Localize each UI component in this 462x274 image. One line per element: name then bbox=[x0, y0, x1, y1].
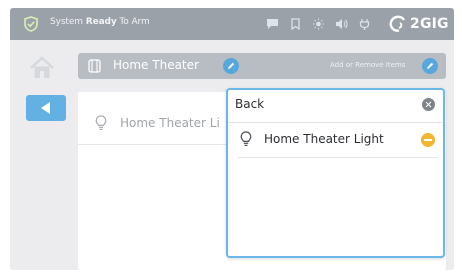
pencil-icon bbox=[427, 62, 434, 69]
home-icon[interactable] bbox=[28, 56, 56, 80]
list-item[interactable]: Home Theater Li bbox=[78, 92, 228, 144]
back-arrow-button[interactable] bbox=[26, 95, 66, 121]
breadcrumb-bar: Home Theater Add or Remove Items bbox=[78, 53, 446, 79]
add-remove-button[interactable] bbox=[422, 58, 438, 74]
remove-icon[interactable] bbox=[421, 133, 435, 147]
status-prefix: System bbox=[50, 17, 86, 27]
status-suffix: To Arm bbox=[116, 17, 150, 27]
brightness-icon[interactable] bbox=[312, 18, 325, 30]
plug-icon[interactable] bbox=[358, 18, 371, 30]
bookmark-icon[interactable] bbox=[289, 18, 302, 30]
divider bbox=[238, 157, 438, 158]
close-icon[interactable] bbox=[422, 98, 435, 111]
device-label: Home Theater Li bbox=[120, 116, 220, 130]
system-status: System Ready To Arm bbox=[50, 17, 150, 27]
message-icon[interactable] bbox=[266, 18, 279, 30]
status-ready: Ready bbox=[85, 17, 117, 27]
popup-back-button[interactable]: Back bbox=[235, 97, 264, 111]
status-bar: System Ready To Arm 2GIG bbox=[10, 8, 454, 40]
brand-name: 2GIG bbox=[410, 16, 449, 32]
theater-icon bbox=[88, 59, 101, 73]
status-icons bbox=[266, 18, 371, 30]
popup-item-label: Home Theater Light bbox=[264, 132, 384, 146]
popup-list-item[interactable]: Home Theater Light bbox=[228, 123, 443, 157]
divider bbox=[78, 144, 228, 145]
brand-swirl-icon bbox=[389, 15, 406, 32]
add-remove-label[interactable]: Add or Remove Items bbox=[330, 61, 405, 69]
app-frame: System Ready To Arm 2GIG Home Theater Ad… bbox=[10, 8, 454, 270]
brand-logo: 2GIG bbox=[388, 14, 449, 34]
shield-check-icon bbox=[24, 16, 38, 32]
volume-icon[interactable] bbox=[335, 18, 348, 30]
device-popup: Back Home Theater Light bbox=[226, 88, 445, 258]
lightbulb-icon bbox=[95, 115, 107, 130]
pencil-icon bbox=[228, 62, 235, 69]
lightbulb-icon bbox=[240, 131, 252, 146]
breadcrumb-title: Home Theater bbox=[113, 58, 199, 72]
edit-title-button[interactable] bbox=[223, 58, 239, 74]
